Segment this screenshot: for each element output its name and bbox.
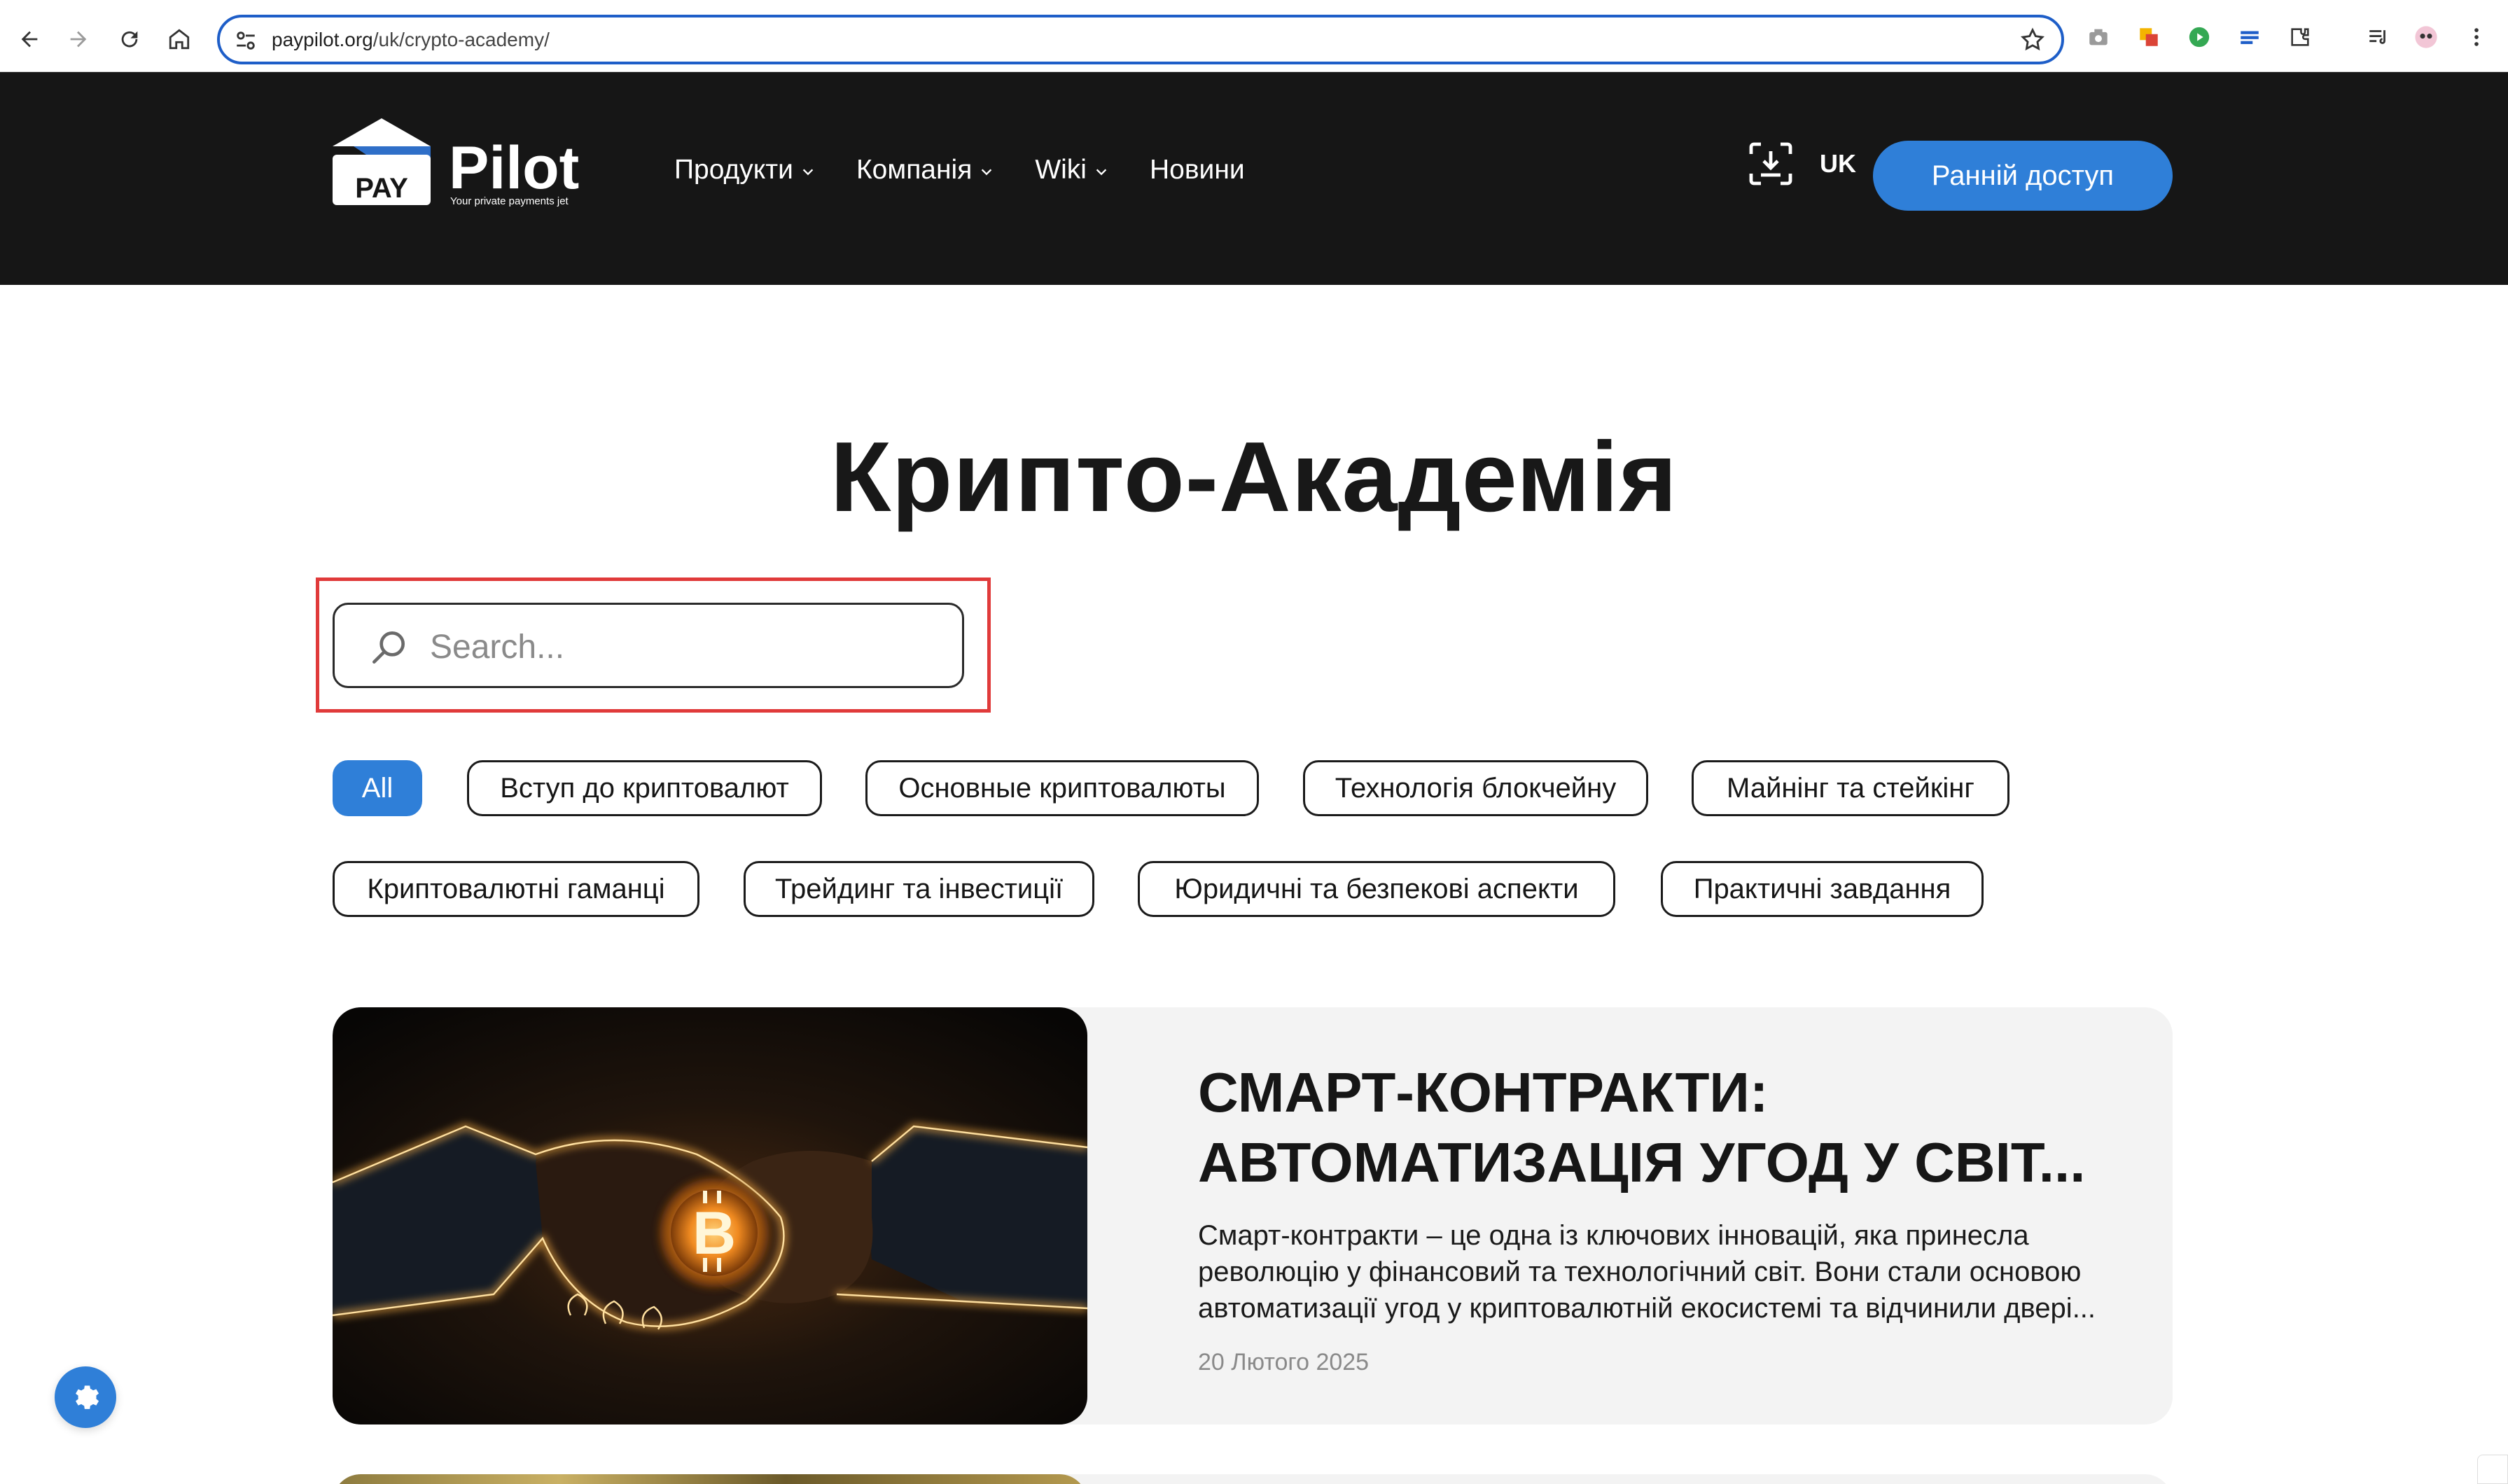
address-bar[interactable]: paypilot.org/uk/crypto-academy/	[217, 15, 2064, 64]
main-nav: Продукти Компанія Wiki Новини	[674, 155, 1245, 186]
chevron-down-icon	[1096, 169, 1107, 176]
camera-icon[interactable]	[2085, 24, 2112, 50]
back-icon[interactable]	[8, 18, 50, 60]
filter-chip[interactable]: Вступ до криптовалют	[467, 760, 822, 816]
paypilot-logo[interactable]: PAY Pilot Your private payments jet	[333, 118, 606, 209]
header-actions: UK	[1746, 139, 1856, 189]
filter-chip[interactable]: Технологія блокчейну	[1303, 760, 1648, 816]
search-icon	[372, 631, 405, 664]
filter-chip[interactable]: Основные криптовалюты	[865, 760, 1259, 816]
corner-widget[interactable]	[2477, 1455, 2508, 1484]
svg-text:B: B	[692, 1200, 736, 1267]
home-icon[interactable]	[158, 18, 200, 60]
extension-icon[interactable]	[2186, 24, 2213, 50]
chevron-down-icon	[802, 169, 814, 176]
search-input[interactable]	[430, 622, 934, 672]
article-title[interactable]: Смарт-контракти: автоматизація угод у св…	[1198, 1058, 2136, 1198]
extension-icon[interactable]	[2136, 24, 2162, 50]
nav-item-label: Продукти	[674, 155, 793, 185]
browser-toolbar: paypilot.org/uk/crypto-academy/	[0, 0, 2508, 72]
cookie-settings-button[interactable]	[55, 1366, 116, 1428]
filter-chip[interactable]: Криптовалютні гаманці	[333, 861, 699, 917]
article-image[interactable]: B	[333, 1007, 1087, 1424]
early-access-button[interactable]: Ранній доступ	[1873, 141, 2173, 211]
nav-item-label: Wiki	[1035, 155, 1087, 185]
download-app-icon[interactable]	[1746, 139, 1796, 189]
filter-chip[interactable]: Практичні завдання	[1661, 861, 1984, 917]
nav-item-label: Новини	[1149, 155, 1245, 185]
logo-pay-text: PAY	[355, 173, 408, 204]
media-icon[interactable]	[2365, 24, 2392, 50]
url-path: /uk/crypto-academy/	[372, 29, 550, 50]
extension-icon[interactable]	[2236, 24, 2263, 50]
filter-chip-all[interactable]: All	[333, 760, 422, 816]
reload-icon[interactable]	[109, 18, 151, 60]
url-host: paypilot.org	[272, 29, 373, 50]
extensions-puzzle-icon[interactable]	[2287, 24, 2313, 50]
chevron-down-icon	[982, 169, 992, 176]
filter-chip[interactable]: Юридичні та безпекові аспекти	[1138, 861, 1615, 917]
filter-chip[interactable]: Майнінг та стейкінг	[1692, 760, 2009, 816]
nav-item-company[interactable]: Компанія	[856, 155, 994, 186]
article-image[interactable]	[333, 1474, 1087, 1484]
url-text: paypilot.org/uk/crypto-academy/	[272, 27, 550, 52]
more-menu-icon[interactable]	[2463, 24, 2490, 50]
nav-item-wiki[interactable]: Wiki	[1035, 155, 1109, 186]
page-title: Крипто-Академія	[830, 421, 1678, 533]
gear-icon	[76, 1385, 99, 1409]
nav-item-news[interactable]: Новини	[1150, 155, 1245, 186]
article-excerpt: Смарт-контракти – це одна із ключових ін…	[1198, 1220, 2096, 1324]
language-switcher[interactable]: UK	[1820, 149, 1856, 178]
site-settings-icon[interactable]	[234, 29, 258, 52]
bookmark-star-icon[interactable]	[2019, 27, 2046, 53]
logo-pilot-text: Pilot	[449, 134, 579, 202]
nav-item-label: Компанія	[856, 155, 973, 185]
profile-avatar-icon[interactable]	[2413, 24, 2439, 50]
logo-tagline: Your private payments jet	[450, 195, 569, 207]
nav-item-products[interactable]: Продукти	[674, 155, 816, 186]
search-field[interactable]	[333, 603, 964, 688]
forward-icon[interactable]	[57, 18, 99, 60]
article-card-next[interactable]	[333, 1474, 2173, 1484]
site-header: PAY Pilot Your private payments jet Прод…	[0, 72, 2508, 285]
filter-chip[interactable]: Трейдинг та інвестиції	[744, 861, 1094, 917]
article-date: 20 Лютого 2025	[1198, 1349, 1370, 1376]
article-card[interactable]: B Смарт-контракти: автоматизація угод у …	[333, 1007, 2173, 1424]
